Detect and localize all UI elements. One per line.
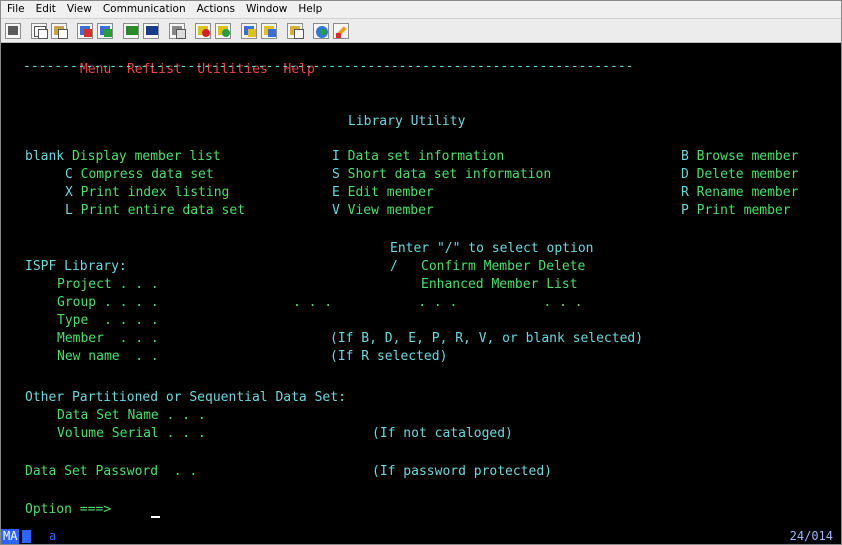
send-icon[interactable] [77, 22, 93, 39]
page-title: Library Utility [348, 114, 466, 129]
keypad-icon[interactable] [123, 22, 139, 39]
new-name-label: New name . . [57, 349, 159, 364]
status-indicator [22, 530, 31, 543]
receive-icon[interactable] [97, 22, 113, 39]
copy-icon[interactable] [31, 22, 48, 39]
new-name-note: (If R selected) [330, 349, 448, 364]
volume-serial-note: (If not cataloged) [372, 426, 513, 441]
volume-serial-label: Volume Serial . . . [57, 426, 206, 441]
text-cursor [151, 516, 160, 518]
option-p: P Print member [681, 203, 791, 218]
transfer-receive-icon[interactable] [261, 22, 277, 39]
transfer-icon[interactable] [241, 22, 257, 39]
option-s: S Short data set information [332, 167, 552, 182]
option-blank: blank Display member list [25, 149, 221, 164]
print-icon[interactable] [169, 22, 186, 39]
paste-icon[interactable] [51, 22, 68, 39]
other-dataset-heading: Other Partitioned or Sequential Data Set… [25, 390, 346, 405]
menu-communication[interactable]: Communication [98, 1, 192, 18]
toolbar [1, 19, 841, 43]
ispf-library-label: ISPF Library: [25, 259, 127, 274]
globe-icon[interactable] [313, 22, 329, 39]
menu-help[interactable]: Help [293, 1, 328, 18]
option-v: V View member [332, 203, 434, 218]
group-more-fields[interactable]: . . . . . . . . . [293, 294, 583, 312]
terminal-window: File Edit View Communication Actions Win… [0, 0, 842, 545]
menu-window[interactable]: Window [241, 1, 293, 18]
dataset-name-label: Data Set Name . . . [57, 408, 206, 423]
separator-line: ----------------------------------------… [23, 59, 634, 74]
option-b: B Browse member [681, 149, 799, 164]
type-label: Type . . . . [57, 313, 159, 328]
cursor-position: 24/014 [789, 529, 833, 543]
option-x: X Print index listing [65, 185, 230, 200]
status-mode: MA [1, 529, 20, 544]
record-icon[interactable] [195, 22, 211, 39]
status-session: a [49, 529, 57, 543]
option-r: R Rename member [681, 185, 799, 200]
menu-edit[interactable]: Edit [31, 1, 62, 18]
menu-file[interactable]: File [1, 1, 31, 18]
password-label: Data Set Password . . [25, 464, 198, 479]
menu-view[interactable]: View [62, 1, 98, 18]
menu-bar: File Edit View Communication Actions Win… [1, 1, 841, 19]
option-c: C Compress data set [65, 167, 214, 182]
option-i: I Data set information [332, 149, 505, 164]
member-label: Member . . . [57, 331, 159, 346]
option-l: L Print entire data set [65, 203, 246, 218]
macro-icon[interactable] [143, 22, 159, 39]
enhanced-list-label: Enhanced Member List [421, 277, 578, 292]
option-e: E Edit member [332, 185, 434, 200]
menu-actions[interactable]: Actions [192, 1, 241, 18]
terminal-screen[interactable]: Menu RefList Utilities Help ------------… [1, 43, 841, 529]
clipboard-icon[interactable] [287, 22, 304, 39]
group-label: Group . . . . [57, 295, 159, 310]
edit-icon[interactable] [333, 22, 349, 39]
select-hint: Enter "/" to select option [390, 241, 594, 256]
member-note: (If B, D, E, P, R, V, or blank selected) [330, 331, 644, 346]
confirm-delete-label: Confirm Member Delete [421, 259, 586, 274]
option-prompt: Option ===> [25, 502, 112, 517]
display-icon[interactable] [5, 22, 21, 39]
project-label: Project . . . [57, 277, 159, 292]
confirm-delete-checkbox[interactable]: / [390, 258, 398, 276]
password-note: (If password protected) [372, 464, 553, 479]
play-icon[interactable] [215, 22, 231, 39]
option-d: D Delete member [681, 167, 799, 182]
status-line: MA a 24/014 [1, 529, 841, 544]
